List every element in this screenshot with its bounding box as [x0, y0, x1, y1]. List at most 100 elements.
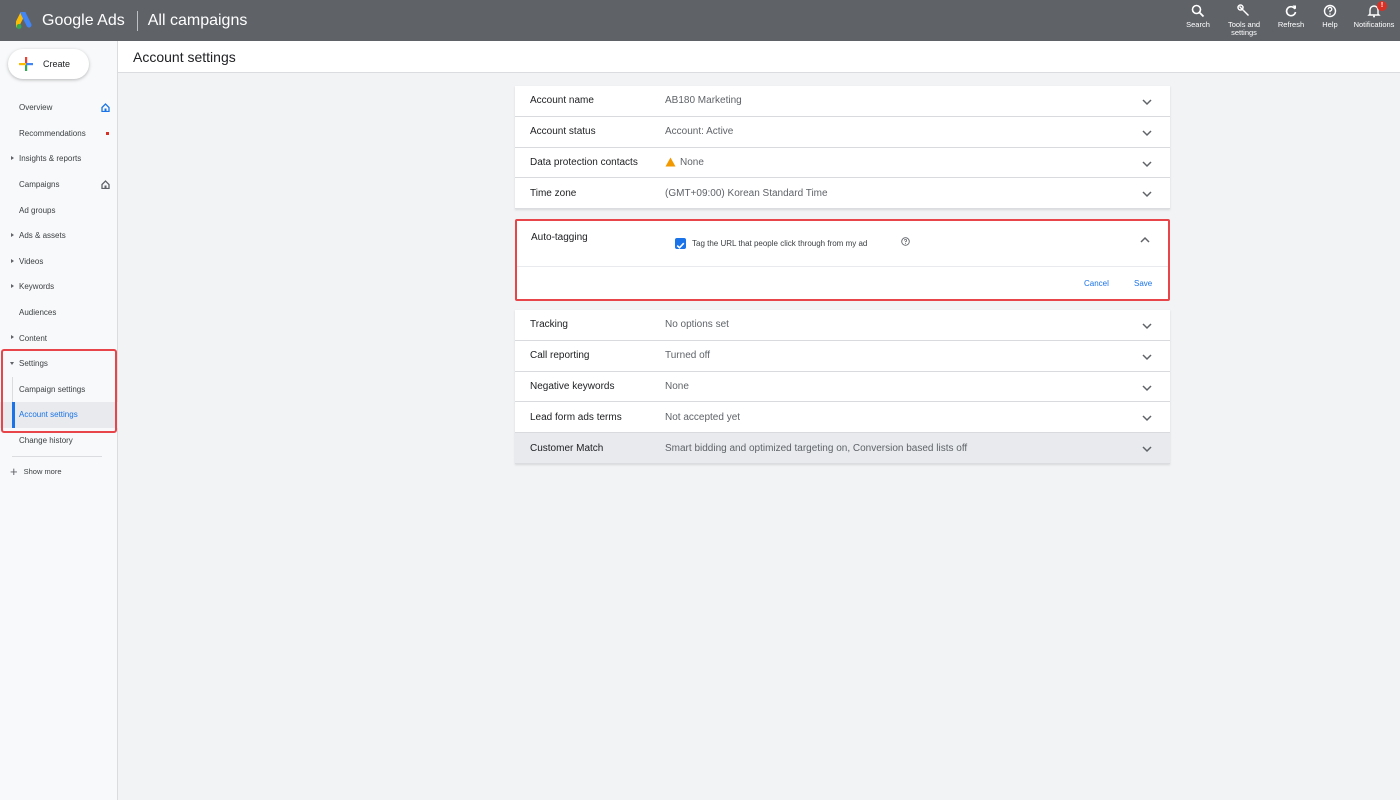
sidebar-item-campaigns[interactable]: Campaigns — [0, 172, 118, 198]
sidebar-item-account-settings[interactable]: Account settings — [0, 402, 118, 428]
setting-row-call-reporting[interactable]: Call reporting Turned off — [515, 340, 1170, 372]
auto-tagging-checkbox[interactable] — [675, 238, 686, 249]
auto-tagging-panel: Auto-tagging Tag the URL that people cli… — [515, 219, 1170, 301]
chevron-down-icon — [1142, 446, 1152, 453]
chevron-down-icon — [1142, 130, 1152, 136]
auto-tagging-checkbox-label: Tag the URL that people click through fr… — [692, 239, 868, 248]
sidebar-item-change-history[interactable]: Change history — [0, 428, 118, 454]
setting-value: Account: Active — [665, 126, 734, 138]
plus-icon: + — [10, 463, 18, 479]
setting-value: None — [665, 380, 689, 392]
setting-row-data-protection[interactable]: Data protection contacts None — [515, 147, 1170, 179]
chevron-down-icon — [1142, 191, 1152, 198]
setting-label: Data protection contacts — [530, 156, 638, 168]
sidebar-item-label: Settings — [19, 359, 48, 369]
setting-value: Not accepted yet — [665, 411, 741, 423]
caret-right-icon — [11, 284, 14, 289]
notification-badge: ! — [1377, 1, 1387, 11]
sidebar-item-overview[interactable]: Overview — [0, 95, 118, 121]
sidebar-item-keywords[interactable]: Keywords — [0, 274, 118, 300]
setting-row-negative-keywords[interactable]: Negative keywords None — [515, 371, 1170, 403]
sidebar-item-insights[interactable]: Insights & reports — [0, 146, 118, 172]
setting-label: Lead form ads terms — [530, 411, 622, 423]
notifications-button[interactable]: ! Notifications — [1348, 0, 1400, 29]
search-label: Search — [1186, 20, 1210, 29]
show-more-label: Show more — [23, 466, 62, 476]
chevron-up-icon[interactable] — [1139, 234, 1151, 246]
sidebar-item-videos[interactable]: Videos — [0, 249, 118, 275]
wrench-icon — [1237, 4, 1249, 16]
sidebar-item-campaign-settings[interactable]: Campaign settings — [0, 376, 118, 403]
caret-down-icon — [10, 361, 14, 365]
check-icon — [676, 242, 685, 249]
caret-right-icon — [11, 258, 14, 263]
setting-row-tracking[interactable]: Tracking No options set — [515, 310, 1170, 341]
chevron-down-icon — [1142, 161, 1152, 167]
setting-row-account-status[interactable]: Account status Account: Active — [515, 116, 1170, 148]
create-button[interactable]: Create — [8, 49, 89, 79]
notifications-label: Notifications — [1353, 20, 1395, 29]
sidebar: Create Overview Recommendations Insights… — [0, 41, 118, 800]
setting-value: Turned off — [665, 350, 711, 362]
save-button[interactable]: Save — [1134, 279, 1152, 288]
setting-value: None — [680, 156, 704, 168]
sidebar-item-label: Campaign settings — [19, 384, 86, 394]
sidebar-item-recommendations[interactable]: Recommendations — [0, 121, 118, 147]
home-icon — [101, 179, 110, 189]
setting-label: Time zone — [530, 187, 577, 199]
sidebar-item-audiences[interactable]: Audiences — [0, 300, 118, 326]
refresh-label: Refresh — [1277, 20, 1305, 29]
home-icon — [101, 103, 110, 112]
sidebar-item-ad-groups[interactable]: Ad groups — [0, 197, 118, 223]
setting-value: Smart bidding and optimized targeting on… — [665, 442, 968, 454]
setting-row-lead-form[interactable]: Lead form ads terms Not accepted yet — [515, 402, 1170, 434]
setting-label: Customer Match — [530, 442, 604, 454]
setting-label: Account name — [530, 95, 594, 107]
plus-icon — [19, 57, 33, 71]
setting-label: Negative keywords — [530, 380, 615, 392]
tools-label-line2: settings — [1231, 28, 1257, 37]
setting-label: Account status — [530, 126, 596, 138]
chevron-down-icon — [1142, 323, 1152, 330]
cancel-button[interactable]: Cancel — [1084, 279, 1109, 288]
help-label: Help — [1322, 20, 1338, 29]
search-button[interactable]: Search — [1178, 0, 1218, 29]
setting-value-wrap: None — [665, 157, 704, 168]
settings-list-top: Account name AB180 Marketing Account sta… — [515, 86, 1170, 210]
setting-row-time-zone[interactable]: Time zone (GMT+09:00) Korean Standard Ti… — [515, 178, 1170, 210]
title-divider — [136, 10, 138, 31]
campaign-scope-title[interactable]: All campaigns — [148, 12, 248, 30]
chevron-down-icon — [1142, 99, 1152, 106]
sidebar-item-label: Change history — [19, 436, 73, 446]
sidebar-item-ads-assets[interactable]: Ads & assets — [0, 223, 118, 249]
sidebar-item-label: Account settings — [19, 410, 78, 420]
sidebar-item-label: Audiences — [19, 308, 57, 318]
show-more-button[interactable]: + Show more — [0, 460, 118, 482]
google-ads-logo[interactable]: Google Ads — [16, 11, 125, 30]
panel-divider — [517, 266, 1168, 267]
settings-list-bottom: Tracking No options set Call reporting T… — [515, 310, 1170, 464]
top-actions: Search Tools and settings Refresh Help !… — [1178, 0, 1400, 41]
help-button[interactable]: Help — [1312, 0, 1348, 29]
warning-icon — [665, 157, 676, 167]
chevron-down-icon — [1142, 415, 1152, 422]
sidebar-item-label: Keywords — [19, 282, 55, 292]
page-title: Account settings — [133, 48, 236, 65]
sidebar-item-label: Overview — [19, 103, 53, 113]
top-bar: Google Ads All campaigns Search Tools an… — [0, 0, 1400, 41]
sidebar-item-settings[interactable]: Settings — [0, 351, 118, 377]
brand-name: Google Ads — [42, 11, 125, 29]
setting-value: AB180 Marketing — [665, 95, 742, 107]
refresh-button[interactable]: Refresh — [1270, 0, 1312, 29]
search-icon — [1191, 4, 1205, 18]
help-icon[interactable] — [901, 237, 910, 246]
sidebar-item-label: Ad groups — [19, 205, 56, 215]
sidebar-item-label: Recommendations — [19, 128, 86, 138]
sidebar-item-content[interactable]: Content — [0, 325, 118, 351]
setting-row-account-name[interactable]: Account name AB180 Marketing — [515, 86, 1170, 117]
setting-row-customer-match[interactable]: Customer Match Smart bidding and optimiz… — [515, 433, 1170, 464]
setting-value: (GMT+09:00) Korean Standard Time — [665, 187, 828, 199]
sidebar-divider — [12, 456, 102, 458]
chevron-down-icon — [1142, 385, 1152, 391]
tools-settings-button[interactable]: Tools and settings — [1218, 0, 1270, 37]
